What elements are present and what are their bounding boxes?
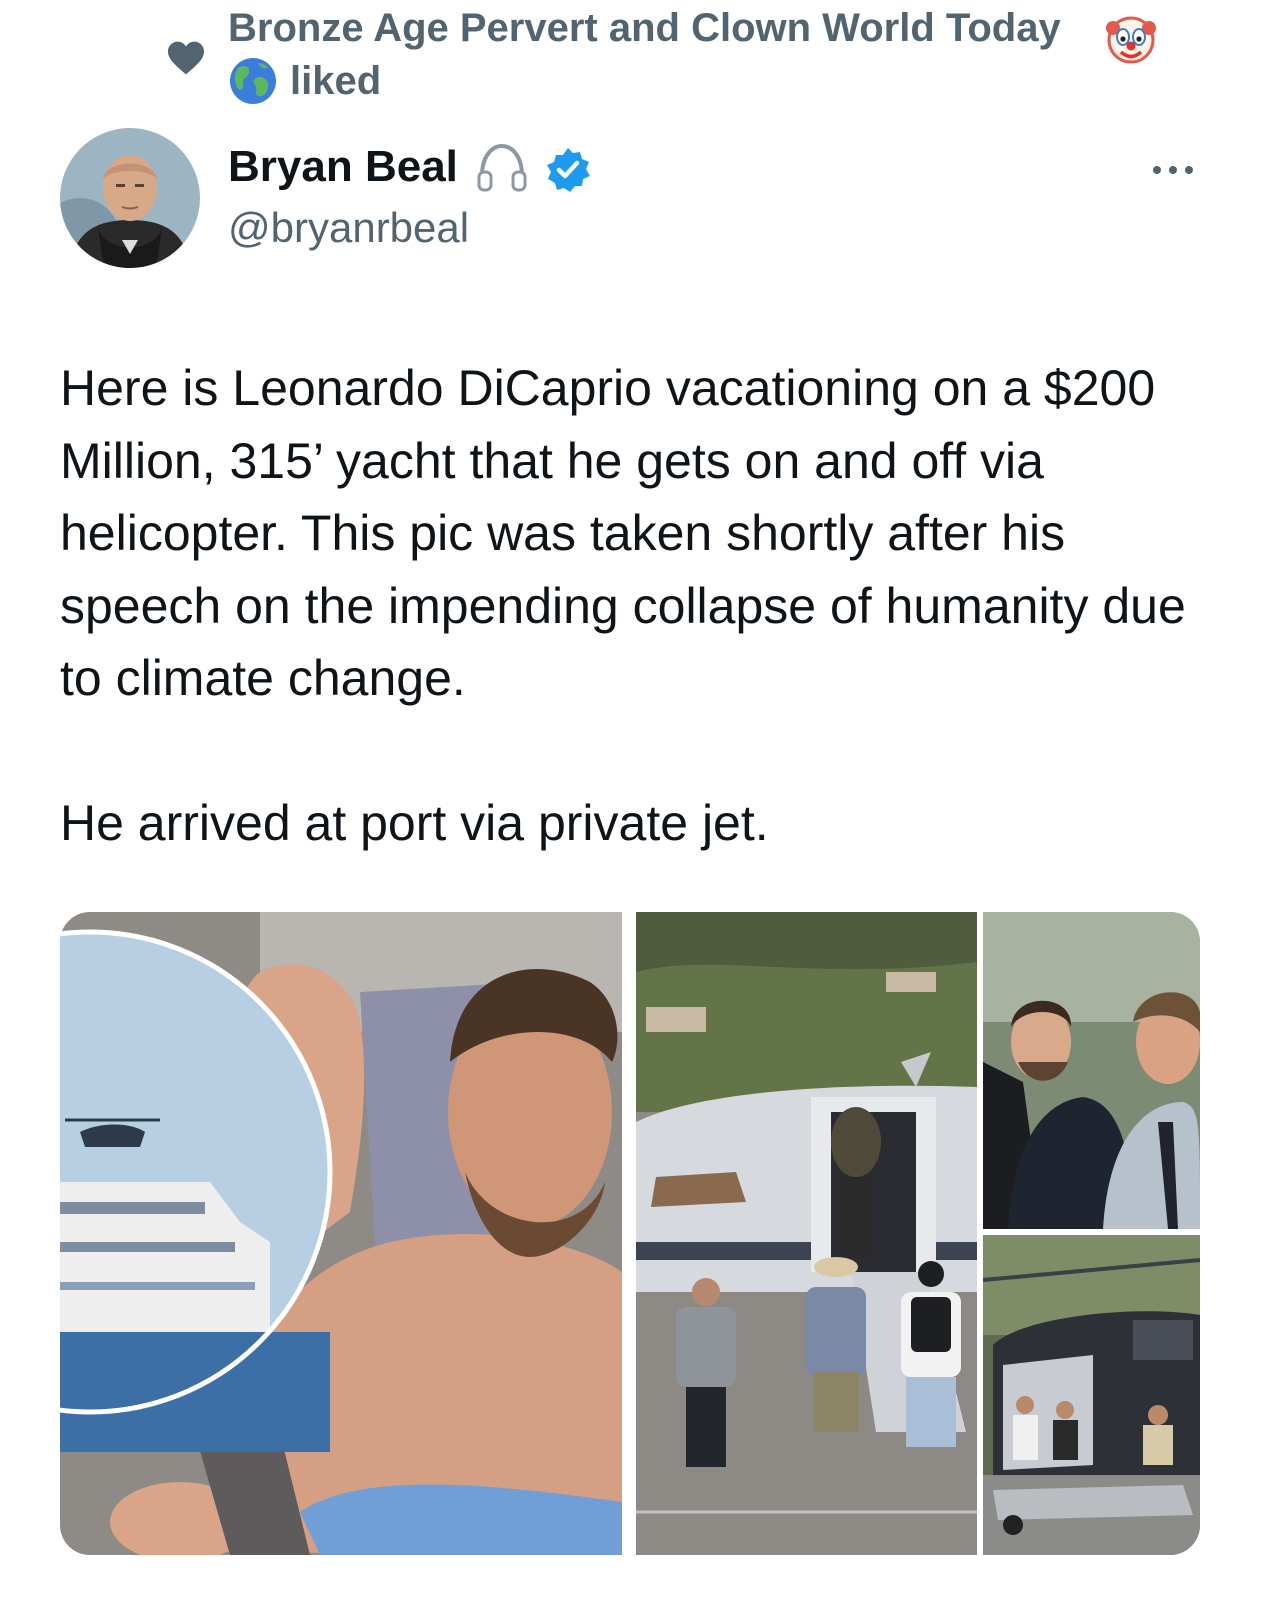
author-name[interactable]: Bryan Beal (228, 142, 458, 192)
avatar[interactable] (60, 128, 200, 268)
verified-badge-icon[interactable] (544, 146, 592, 194)
boarding-private-jet-photo[interactable] (636, 912, 977, 1555)
headphones-icon (477, 143, 527, 192)
heart-icon (168, 41, 204, 75)
two-men-close-up-photo[interactable] (983, 912, 1200, 1229)
clown-face-icon (1106, 16, 1156, 64)
helicopter-photo[interactable] (983, 1235, 1200, 1555)
liked-label: liked (290, 58, 382, 103)
media-grid (60, 912, 1200, 1555)
social-context: Bronze Age Pervert and Clown World Today… (0, 0, 1284, 110)
tweet-text: Here is Leonardo DiCaprio vacationing on… (60, 352, 1240, 859)
sunbathing-on-yacht-photo[interactable] (60, 912, 622, 1555)
liker-name[interactable]: Bronze Age Pervert and Clown World Today (228, 6, 1061, 51)
tweet-paragraph: He arrived at port via private jet. (60, 794, 769, 851)
author-handle[interactable]: @bryanrbeal (228, 204, 469, 252)
tweet-paragraph: Here is Leonardo DiCaprio vacationing on… (60, 360, 1186, 706)
globe-icon (230, 58, 276, 104)
more-options-icon[interactable] (1148, 158, 1198, 182)
